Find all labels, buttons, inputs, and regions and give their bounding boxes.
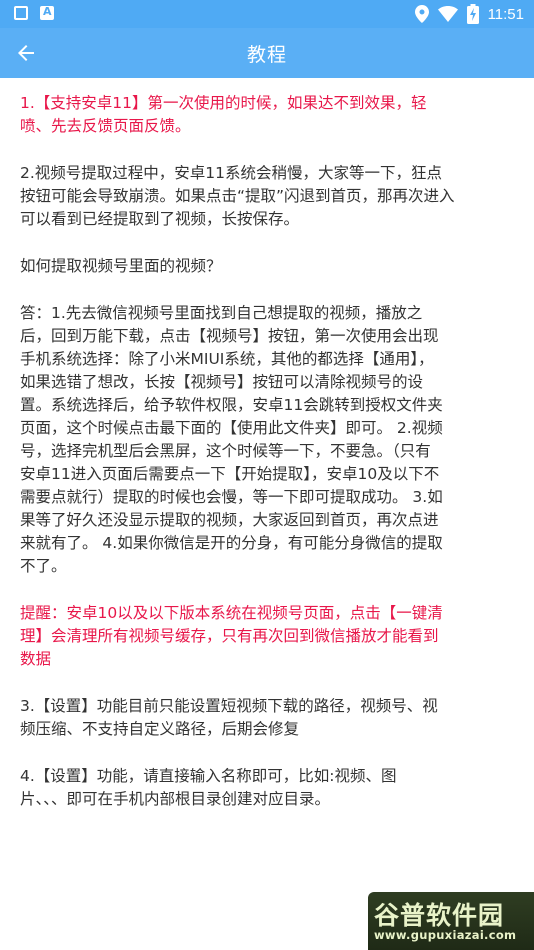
tutorial-content: 1.【支持安卓11】第一次使用的时候，如果达不到效果，轻 喷、先去反馈页面反馈。… <box>20 92 520 835</box>
battery-charging-icon <box>466 4 479 24</box>
a-notification-icon: A <box>40 5 54 20</box>
wifi-icon <box>437 6 458 22</box>
tip-android11: 1.【支持安卓11】第一次使用的时候，如果达不到效果，轻 喷、先去反馈页面反馈。 <box>20 94 427 135</box>
status-time: 11:51 <box>487 5 524 23</box>
a-badge-letter: A <box>43 5 52 18</box>
question-heading: 如何提取视频号里面的视频？ <box>20 257 222 275</box>
page-title: 教程 <box>246 44 287 66</box>
watermark-url: www.gupuxiazai.com <box>374 928 517 942</box>
square-notification-icon <box>14 6 28 20</box>
tip-settings-folder: 4.【设置】功能，请直接输入名称即可，比如:视频、图 片、、、即可在手机内部根目… <box>20 767 397 808</box>
watermark-logo: 谷普软件园 www.gupuxiazai.com <box>368 892 534 950</box>
tip-extraction-slow: 2.视频号提取过程中，安卓11系统会稍慢，大家等一下，狂点 按钮可能会导致崩溃。… <box>20 164 455 228</box>
app-bar: 教程 <box>0 28 534 78</box>
location-icon <box>414 5 429 23</box>
answer-steps: 答：1.先去微信视频号里面找到自己想提取的视频，播放之 后，回到万能下载，点击【… <box>20 304 443 575</box>
tip-settings-path: 3.【设置】功能目前只能设置短视频下载的路径，视频号、视 频压缩、不支持自定义路… <box>20 697 438 738</box>
status-bar: A 11:51 <box>0 0 534 28</box>
reminder-clear-cache: 提醒：安卓10以及以下版本系统在视频号页面，点击【一键清 理】会清理所有视频号缓… <box>20 604 443 668</box>
watermark-title: 谷普软件园 <box>374 901 505 930</box>
